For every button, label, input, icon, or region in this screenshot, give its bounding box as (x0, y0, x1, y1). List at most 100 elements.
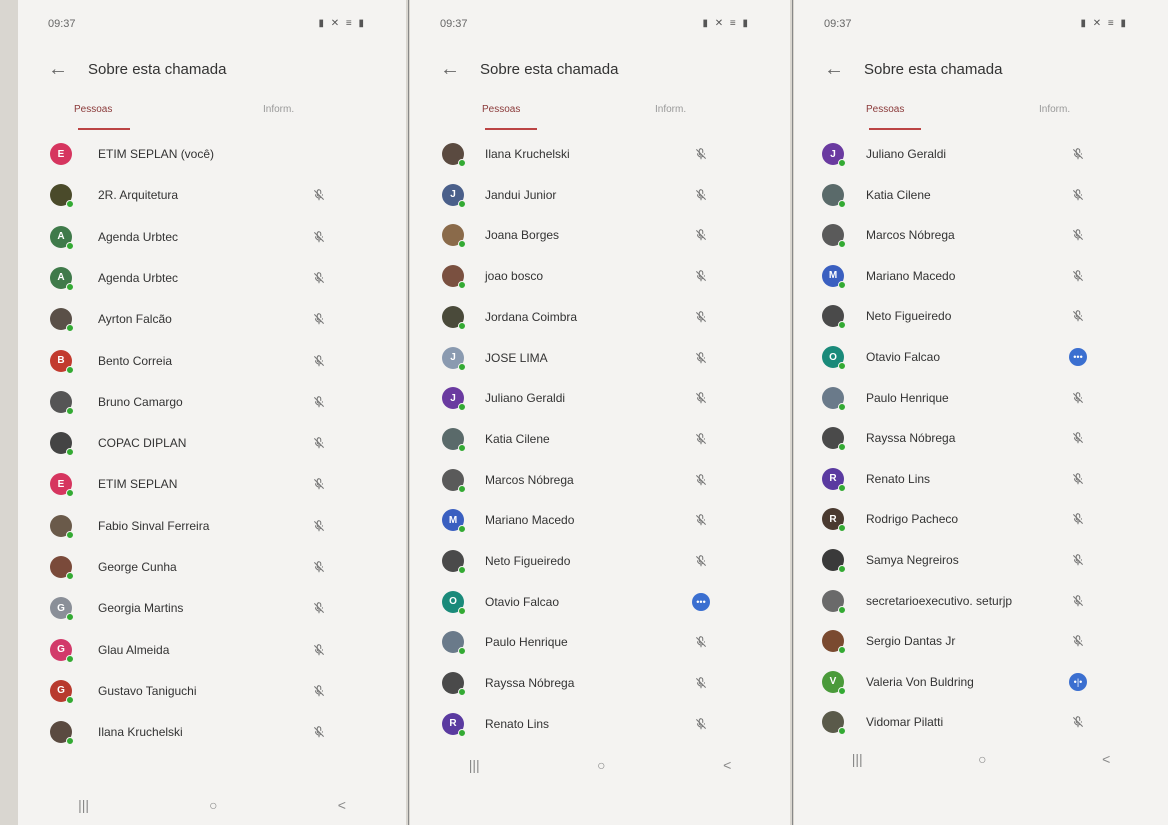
participant-row[interactable]: G Glau Almeida (18, 630, 406, 670)
participant-row[interactable]: B Bento Correia (18, 341, 406, 381)
participant-row[interactable]: Katia Cilene (794, 175, 1168, 215)
mic-muted-icon[interactable] (692, 226, 710, 244)
home-nav-icon[interactable]: ○ (209, 797, 217, 813)
mic-muted-icon[interactable] (692, 552, 710, 570)
participant-row[interactable]: Neto Figueiredo (794, 296, 1168, 336)
participant-row[interactable]: 2R. Arquitetura (18, 175, 406, 215)
participant-row[interactable]: Marcos Nóbrega (794, 215, 1168, 255)
mic-muted-icon[interactable] (692, 308, 710, 326)
participant-row[interactable]: G Georgia Martins (18, 588, 406, 628)
participant-row[interactable]: E ETIM SEPLAN (18, 464, 406, 504)
mic-muted-icon[interactable] (310, 269, 328, 287)
back-arrow-icon[interactable]: ← (440, 58, 480, 81)
mic-muted-icon[interactable] (1069, 713, 1087, 731)
mic-muted-icon[interactable] (310, 641, 328, 659)
mic-muted-icon[interactable] (1069, 510, 1087, 528)
home-nav-icon[interactable]: ○ (597, 757, 605, 773)
mic-muted-icon[interactable] (310, 228, 328, 246)
mic-muted-icon[interactable] (310, 475, 328, 493)
mic-muted-icon[interactable] (1069, 551, 1087, 569)
tab-people[interactable]: Pessoas (74, 104, 112, 115)
mic-muted-icon[interactable] (692, 430, 710, 448)
mic-muted-icon[interactable] (1069, 307, 1087, 325)
participant-row[interactable]: Neto Figueiredo (410, 541, 790, 581)
tab-info[interactable]: Inform. (655, 104, 686, 115)
participant-row[interactable]: A Agenda Urbtec (18, 217, 406, 257)
mic-muted-icon[interactable] (1069, 226, 1087, 244)
mic-muted-icon[interactable] (692, 511, 710, 529)
mic-muted-icon[interactable] (1069, 186, 1087, 204)
tab-info[interactable]: Inform. (263, 104, 294, 115)
back-arrow-icon[interactable]: ← (824, 58, 864, 81)
mic-muted-icon[interactable] (1069, 429, 1087, 447)
mic-muted-icon[interactable] (1069, 470, 1087, 488)
recents-nav-icon[interactable]: ||| (469, 757, 480, 773)
mic-muted-icon[interactable] (310, 517, 328, 535)
participant-row[interactable]: George Cunha (18, 547, 406, 587)
mic-muted-icon[interactable] (692, 715, 710, 733)
participant-row[interactable]: O Otavio Falcao ••• (410, 582, 790, 622)
participant-row[interactable]: O Otavio Falcao ••• (794, 337, 1168, 377)
back-arrow-icon[interactable]: ← (48, 58, 88, 81)
home-nav-icon[interactable]: ○ (978, 751, 986, 767)
participant-row[interactable]: Jordana Coimbra (410, 297, 790, 337)
participant-row[interactable]: J Juliano Geraldi (410, 378, 790, 418)
mic-muted-icon[interactable] (310, 393, 328, 411)
participant-row[interactable]: COPAC DIPLAN (18, 423, 406, 463)
recents-nav-icon[interactable]: ||| (852, 751, 863, 767)
mic-muted-icon[interactable] (1069, 592, 1087, 610)
participant-row[interactable]: R Rodrigo Pacheco (794, 499, 1168, 539)
participant-row[interactable]: E ETIM SEPLAN (você) (18, 134, 406, 174)
participant-row[interactable]: Ayrton Falcão (18, 299, 406, 339)
mic-muted-icon[interactable] (1069, 632, 1087, 650)
mic-muted-icon[interactable] (310, 723, 328, 741)
mic-muted-icon[interactable] (310, 352, 328, 370)
more-options-icon[interactable]: ••• (1069, 348, 1087, 366)
participant-row[interactable]: A Agenda Urbtec (18, 258, 406, 298)
mic-muted-icon[interactable] (310, 682, 328, 700)
mic-muted-icon[interactable] (692, 633, 710, 651)
mic-muted-icon[interactable] (692, 349, 710, 367)
back-nav-icon[interactable]: < (338, 797, 346, 813)
participant-row[interactable]: V Valeria Von Buldring •|• (794, 662, 1168, 702)
mic-muted-icon[interactable] (692, 267, 710, 285)
participant-row[interactable]: J Jandui Junior (410, 175, 790, 215)
participant-row[interactable]: Joana Borges (410, 215, 790, 255)
tab-people[interactable]: Pessoas (482, 104, 520, 115)
mic-muted-icon[interactable] (1069, 267, 1087, 285)
mic-muted-icon[interactable] (310, 599, 328, 617)
mic-muted-icon[interactable] (310, 434, 328, 452)
participant-row[interactable]: Paulo Henrique (410, 622, 790, 662)
participant-row[interactable]: Katia Cilene (410, 419, 790, 459)
participant-row[interactable]: M Mariano Macedo (410, 500, 790, 540)
participant-row[interactable]: Ilana Kruchelski (410, 134, 790, 174)
mic-muted-icon[interactable] (1069, 145, 1087, 163)
participant-row[interactable]: joao bosco (410, 256, 790, 296)
participant-row[interactable]: M Mariano Macedo (794, 256, 1168, 296)
participant-row[interactable]: Bruno Camargo (18, 382, 406, 422)
mic-muted-icon[interactable] (692, 471, 710, 489)
participant-row[interactable]: secretarioexecutivo. seturjp (794, 581, 1168, 621)
mic-muted-icon[interactable] (1069, 389, 1087, 407)
participant-row[interactable]: Marcos Nóbrega (410, 460, 790, 500)
back-nav-icon[interactable]: < (1102, 751, 1110, 767)
mic-muted-icon[interactable] (692, 145, 710, 163)
participant-row[interactable]: R Renato Lins (794, 459, 1168, 499)
back-nav-icon[interactable]: < (723, 757, 731, 773)
participant-row[interactable]: G Gustavo Taniguchi (18, 671, 406, 711)
participant-row[interactable]: Samya Negreiros (794, 540, 1168, 580)
mic-muted-icon[interactable] (310, 558, 328, 576)
mic-muted-icon[interactable] (310, 310, 328, 328)
participant-row[interactable]: R Renato Lins (410, 704, 790, 744)
participant-row[interactable]: J JOSE LIMA (410, 338, 790, 378)
participant-row[interactable]: Vidomar Pilatti (794, 702, 1168, 742)
mic-muted-icon[interactable] (692, 389, 710, 407)
recents-nav-icon[interactable]: ||| (78, 797, 89, 813)
participant-row[interactable]: Rayssa Nóbrega (794, 418, 1168, 458)
mic-muted-icon[interactable] (310, 186, 328, 204)
participant-row[interactable]: Paulo Henrique (794, 378, 1168, 418)
tab-people[interactable]: Pessoas (866, 104, 904, 115)
mic-muted-icon[interactable] (692, 186, 710, 204)
participant-row[interactable]: Ilana Kruchelski (18, 712, 406, 752)
participant-row[interactable]: Sergio Dantas Jr (794, 621, 1168, 661)
